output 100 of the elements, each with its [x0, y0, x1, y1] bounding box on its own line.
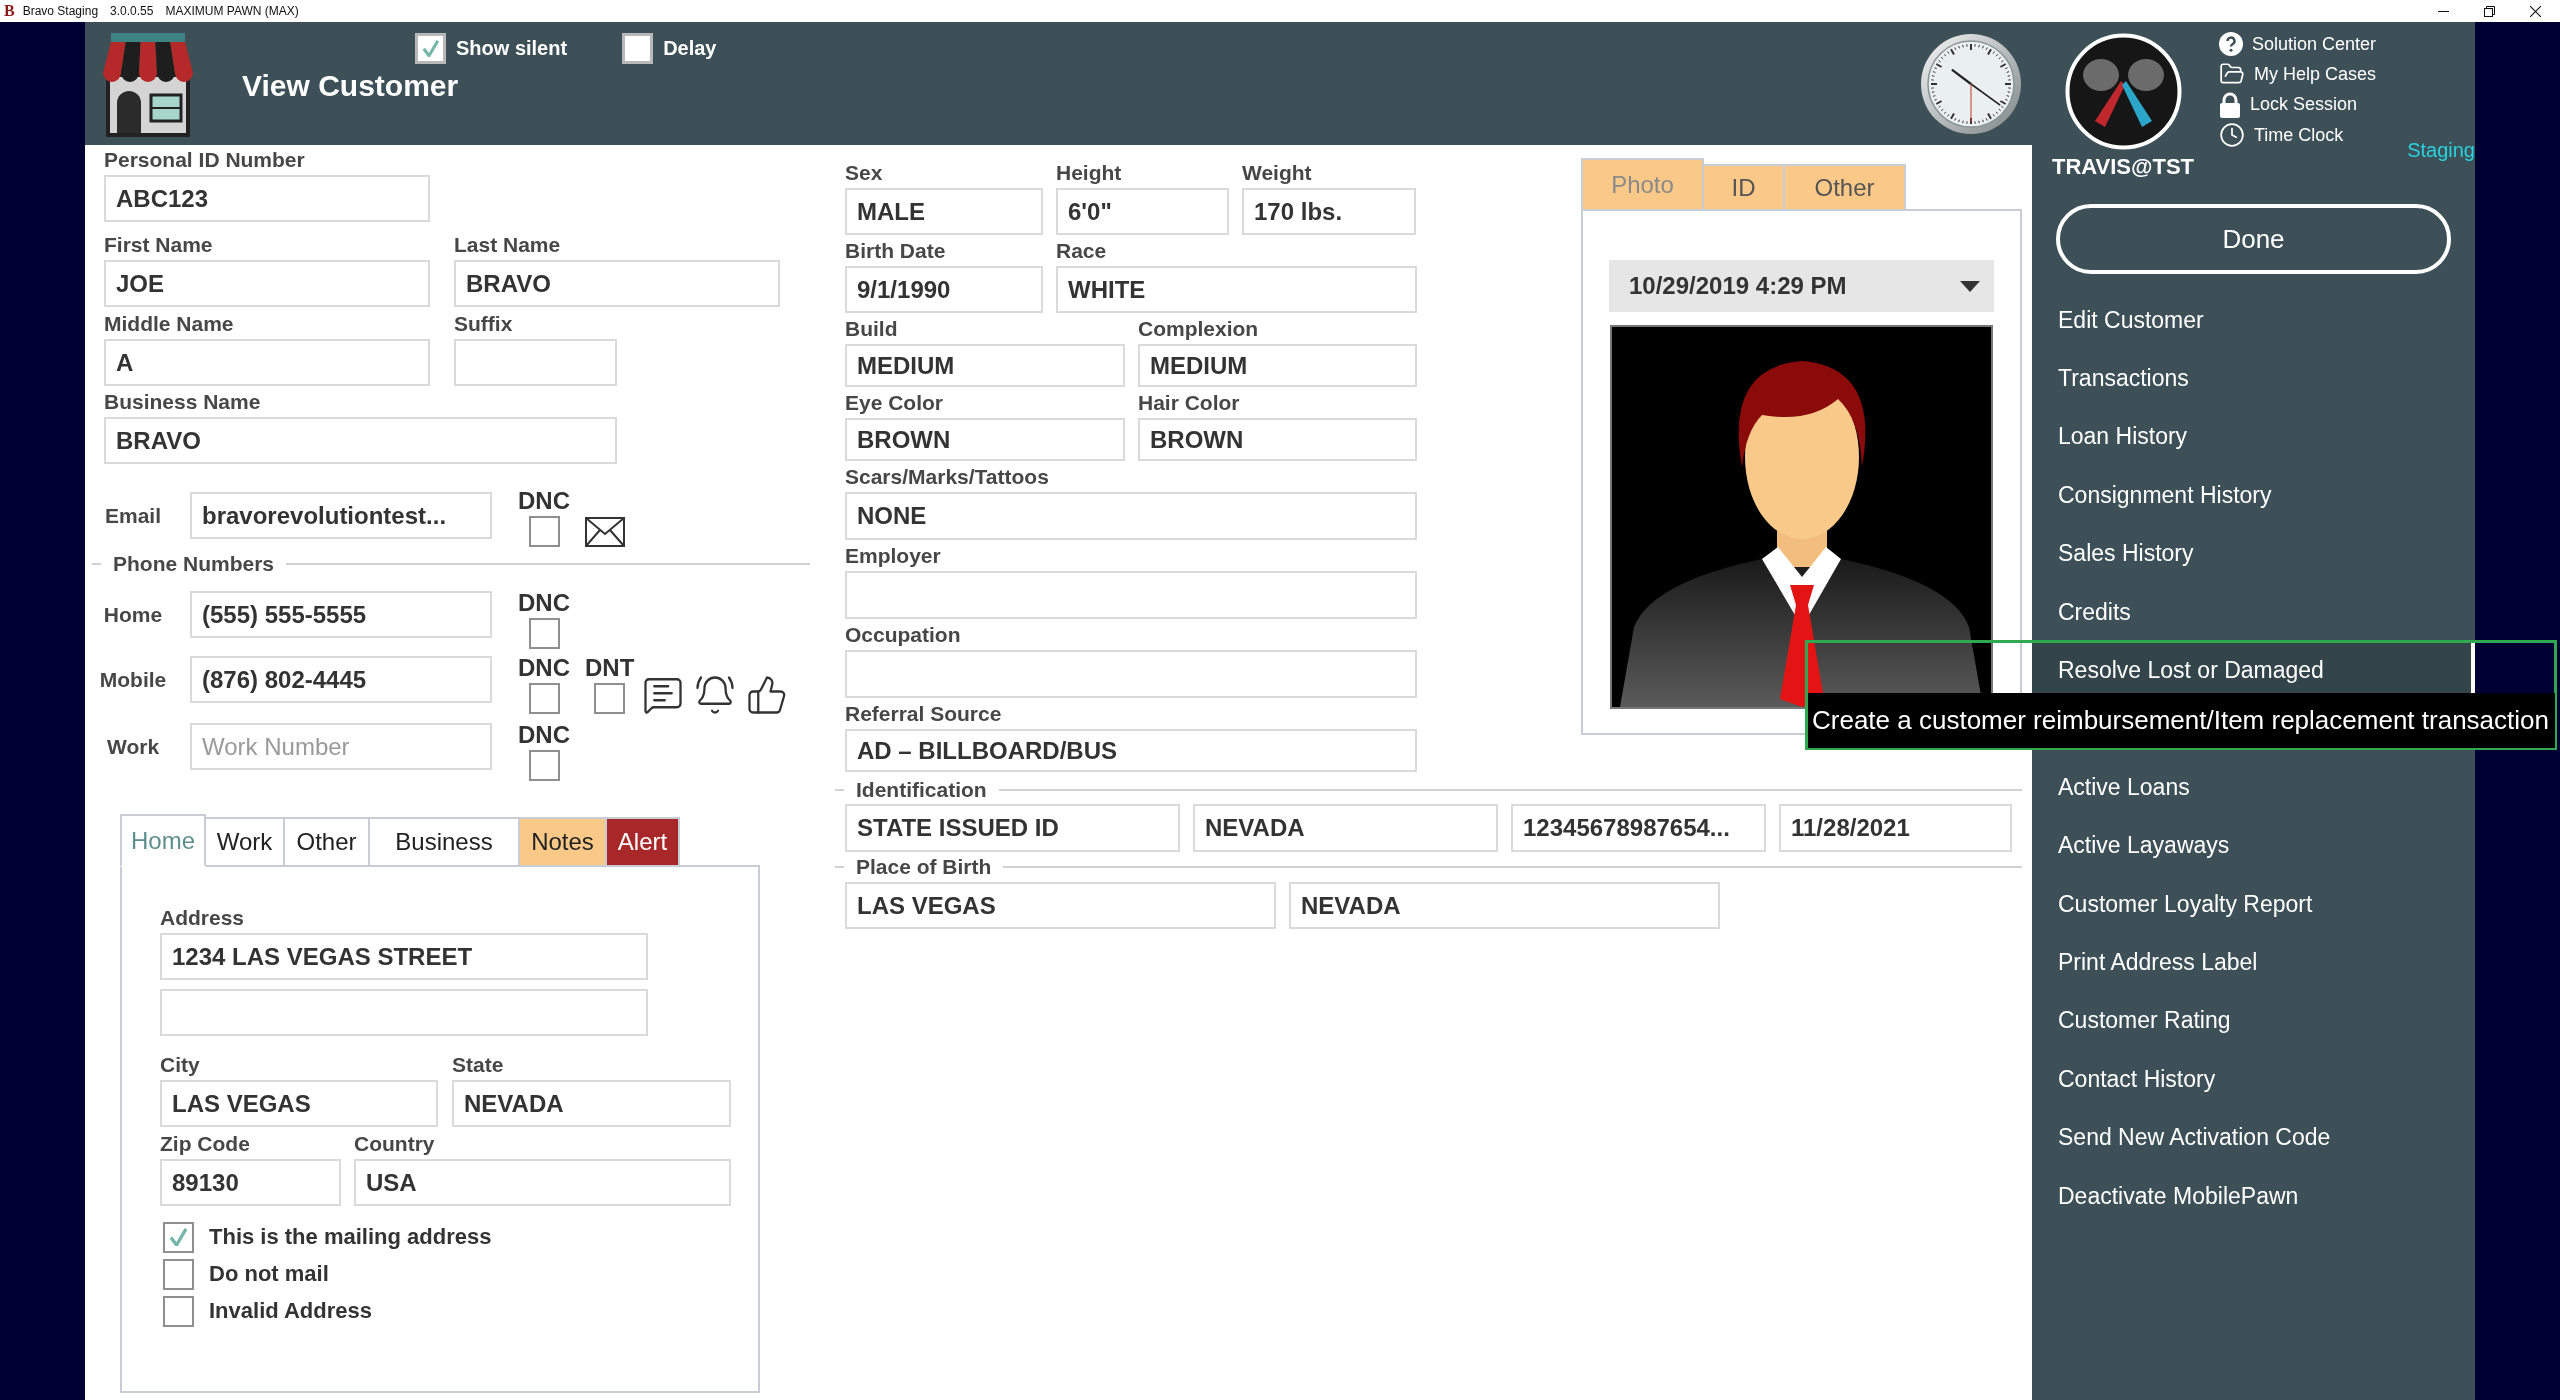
- field-label: Race: [1056, 240, 1107, 262]
- text-field[interactable]: BROWN: [845, 418, 1125, 461]
- text-field[interactable]: JOE: [104, 260, 430, 307]
- text-field[interactable]: 6'0": [1056, 188, 1229, 235]
- text-field[interactable]: MEDIUM: [1138, 344, 1417, 387]
- text-field[interactable]: USA: [354, 1159, 731, 1206]
- field-label: Occupation: [845, 624, 961, 646]
- text-field[interactable]: LAS VEGAS: [160, 1080, 438, 1127]
- text-field[interactable]: MEDIUM: [845, 344, 1125, 387]
- minimize-icon: [2437, 10, 2449, 12]
- text-field[interactable]: NEVADA: [452, 1080, 731, 1127]
- checkmark-icon: [169, 1227, 188, 1247]
- text-field[interactable]: MALE: [845, 188, 1043, 235]
- text-field[interactable]: WHITE: [1056, 266, 1417, 313]
- text-field[interactable]: [845, 650, 1417, 698]
- text-field[interactable]: LAS VEGAS: [845, 882, 1276, 929]
- text-field[interactable]: 89130: [160, 1159, 341, 1206]
- close-icon: [2529, 5, 2541, 17]
- text-field[interactable]: 170 lbs.: [1242, 188, 1416, 235]
- checkbox[interactable]: [528, 683, 560, 714]
- text-field[interactable]: 12345678987654...: [1511, 804, 1766, 852]
- envelope-icon[interactable]: [585, 517, 625, 547]
- menu-item[interactable]: Credits: [2032, 582, 2475, 642]
- section-title: Phone Numbers: [113, 553, 275, 575]
- restore-icon: [2483, 5, 2495, 17]
- field-label: Complexion: [1138, 318, 1259, 340]
- text-field[interactable]: BRAVO: [104, 417, 617, 464]
- menu-item[interactable]: Contact History: [2032, 1050, 2475, 1109]
- text-field[interactable]: ABC123: [104, 175, 430, 222]
- field-label: Weight: [1242, 162, 1312, 184]
- date-dropdown[interactable]: 10/29/2019 4:29 PM: [1609, 260, 1994, 312]
- help-link[interactable]: Lock Session: [2219, 89, 2377, 120]
- menu-item[interactable]: Transactions: [2032, 349, 2475, 408]
- field-label: Hair Color: [1138, 392, 1240, 414]
- field-label: Sex: [845, 162, 883, 184]
- address-tab[interactable]: Notes: [520, 817, 607, 865]
- text-field[interactable]: STATE ISSUED ID: [845, 804, 1180, 852]
- phone-field[interactable]: (876) 802-4445: [190, 656, 492, 703]
- menu-item[interactable]: Send New Activation Code: [2032, 1108, 2475, 1167]
- checkbox[interactable]: [528, 618, 560, 649]
- menu-item[interactable]: Customer Loyalty Report: [2032, 874, 2475, 934]
- field-label: State: [452, 1054, 504, 1076]
- field-label: Home: [103, 602, 163, 627]
- menu-item[interactable]: Active Loans: [2032, 758, 2475, 817]
- checkbox-label: Invalid Address: [209, 1298, 372, 1324]
- app-logo: B: [4, 3, 15, 19]
- text-field[interactable]: 1234 LAS VEGAS STREET: [160, 933, 648, 980]
- address-tab[interactable]: Home: [120, 814, 206, 867]
- text-field[interactable]: NEVADA: [1193, 804, 1498, 852]
- bell-icon[interactable]: [694, 674, 737, 716]
- checkbox[interactable]: [528, 750, 560, 781]
- email-field[interactable]: bravorevolutiontest...: [190, 492, 492, 539]
- address-tab[interactable]: Business: [370, 817, 520, 865]
- help-link[interactable]: Solution Center: [2219, 29, 2377, 60]
- checkbox[interactable]: [163, 1295, 194, 1327]
- text-field[interactable]: [160, 989, 648, 1036]
- checkbox[interactable]: [594, 683, 626, 714]
- text-field[interactable]: [845, 571, 1417, 619]
- field-label: Scars/Marks/Tattoos: [845, 466, 1049, 488]
- checkbox[interactable]: [528, 516, 560, 547]
- menu-item[interactable]: Deactivate MobilePawn: [2032, 1166, 2475, 1226]
- caret-icon[interactable]: [1960, 280, 1980, 292]
- address-tab[interactable]: Work: [206, 817, 285, 865]
- help-link[interactable]: Time Clock: [2219, 119, 2377, 151]
- photo-tab[interactable]: Other: [1785, 164, 1906, 209]
- field-label: Personal ID Number: [104, 149, 305, 171]
- menu-item[interactable]: Loan History: [2032, 407, 2475, 467]
- text-field[interactable]: BRAVO: [454, 260, 780, 307]
- checkbox-label: This is the mailing address: [209, 1224, 492, 1250]
- field-label: Address: [160, 907, 245, 929]
- text-field[interactable]: 11/28/2021: [1779, 804, 2012, 852]
- text-field[interactable]: BROWN: [1138, 418, 1417, 461]
- checkbox[interactable]: [415, 33, 446, 64]
- photo-tab[interactable]: ID: [1704, 164, 1785, 209]
- done-button[interactable]: Done: [2056, 204, 2451, 274]
- text-field[interactable]: AD – BILLBOARD/BUS: [845, 729, 1417, 772]
- menu-item[interactable]: Customer Rating: [2032, 991, 2475, 1051]
- menu-item[interactable]: Sales History: [2032, 524, 2475, 583]
- text-field[interactable]: A: [104, 339, 430, 386]
- checkbox[interactable]: [622, 33, 654, 64]
- checkbox[interactable]: [163, 1258, 194, 1290]
- flag-label: DNC: [518, 722, 570, 748]
- text-field[interactable]: [454, 339, 617, 386]
- page-title: View Customer: [242, 68, 459, 104]
- address-tab[interactable]: Other: [285, 817, 370, 865]
- text-field[interactable]: 9/1/1990: [845, 266, 1043, 313]
- field-label: Work: [106, 734, 160, 759]
- text-field[interactable]: NEVADA: [1289, 882, 1720, 929]
- text-field[interactable]: NONE: [845, 492, 1417, 540]
- flag-label: DNC: [518, 488, 570, 514]
- menu-item[interactable]: Consignment History: [2032, 466, 2475, 525]
- menu-item[interactable]: Print Address Label: [2032, 933, 2475, 992]
- help-link[interactable]: My Help Cases: [2219, 59, 2377, 90]
- phone-field[interactable]: (555) 555-5555: [190, 591, 492, 638]
- field-label: Email: [105, 503, 161, 528]
- checkbox[interactable]: [163, 1221, 194, 1253]
- menu-item[interactable]: Edit Customer: [2032, 291, 2475, 350]
- menu-item[interactable]: Active Layaways: [2032, 816, 2475, 875]
- address-tab[interactable]: Alert: [607, 817, 680, 865]
- clock-icon: [1920, 33, 2022, 135]
